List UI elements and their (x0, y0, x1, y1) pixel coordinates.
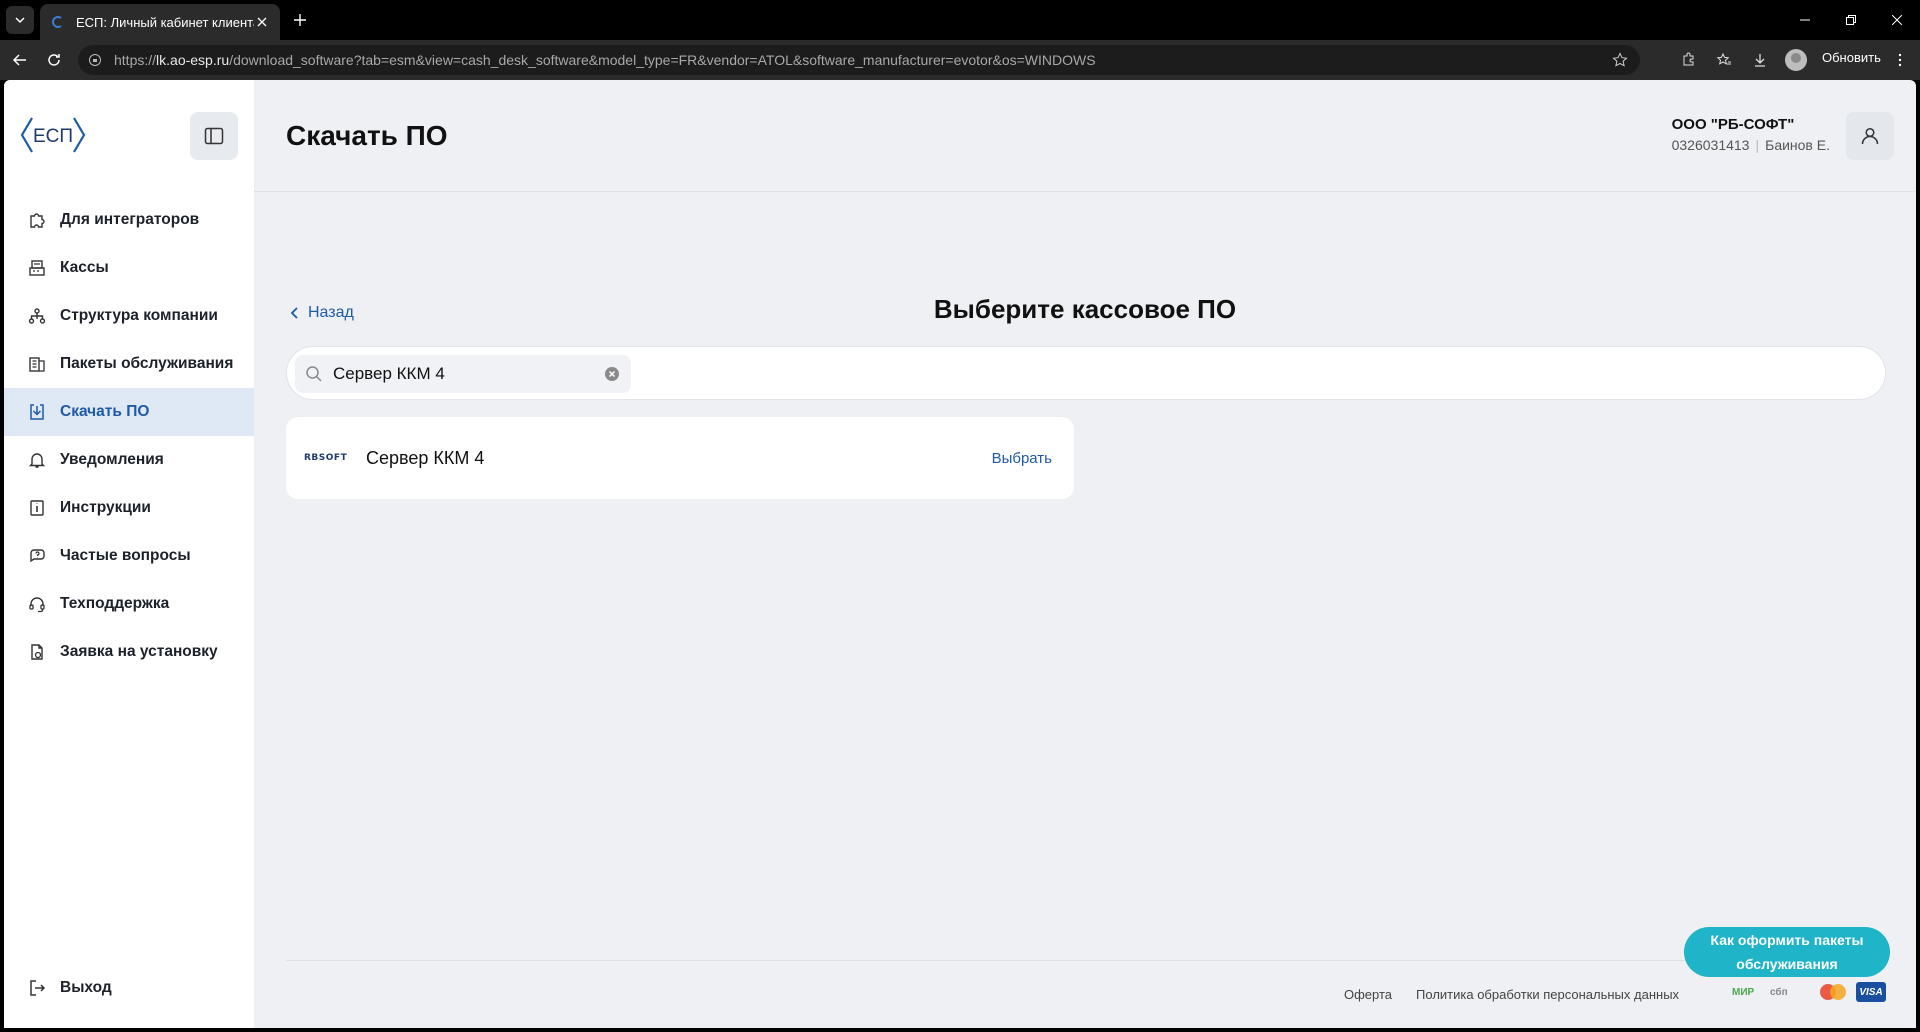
payment-methods: МИР сбп VISA (1732, 982, 1886, 1002)
tab-title: ЕСП: Личный кабинет клиента (76, 14, 254, 30)
profile-avatar-icon[interactable] (1784, 48, 1808, 72)
separator: | (1755, 137, 1760, 153)
request-icon (26, 641, 48, 663)
clear-search-icon[interactable] (603, 365, 621, 383)
downloads-icon[interactable] (1748, 48, 1772, 72)
sidebar-item-download-software[interactable]: Скачать ПО (4, 388, 254, 436)
sidebar-item-label: Уведомления (60, 451, 164, 468)
search-bar (286, 346, 1886, 400)
organization-name: ООО "РБ-СОФТ" (1671, 116, 1795, 133)
select-software-button[interactable]: Выбрать (992, 450, 1052, 467)
sidebar-item-label: Структура компании (60, 307, 218, 324)
sidebar-item-cash-registers[interactable]: Кассы (4, 244, 254, 292)
new-tab-button[interactable] (288, 8, 312, 32)
sidebar-item-label: Кассы (60, 259, 109, 276)
info-book-icon (26, 497, 48, 519)
site-favicon-icon (50, 14, 66, 30)
logout-button[interactable]: Выход (4, 964, 254, 1012)
sidebar-item-label: Инструкции (60, 499, 151, 516)
tab-close-icon[interactable] (254, 14, 270, 30)
organization-info[interactable]: ООО "РБ-СОФТ" 0326031413 | Баинов Е. (1672, 116, 1830, 153)
favorites-icon[interactable] (1712, 48, 1736, 72)
sidebar-item-installation-request[interactable]: Заявка на установку (4, 628, 254, 676)
vendor-logo: RBSOFT (304, 453, 348, 463)
sidebar-item-label: Частые вопросы (60, 547, 191, 564)
browser-toolbar: https://lk.ao-esp.ru/download_software?t… (0, 40, 1920, 80)
extensions-icon[interactable] (1676, 48, 1700, 72)
sidebar-item-support[interactable]: Техподдержка (4, 580, 254, 628)
restore-button[interactable] (1828, 0, 1874, 40)
plus-icon (294, 14, 306, 26)
sidebar: ЕСП Для интеграторов Кассы Структура ком… (4, 80, 254, 1028)
user-name: Баинов Е. (1765, 137, 1830, 153)
reload-icon[interactable] (42, 48, 66, 72)
sidebar-item-label: Заявка на установку (60, 643, 218, 660)
footer-divider (286, 960, 1886, 961)
hierarchy-icon (26, 305, 48, 327)
app-window: ЕСП Для интеграторов Кассы Структура ком… (4, 80, 1916, 1028)
sidebar-item-notifications[interactable]: Уведомления (4, 436, 254, 484)
sidebar-item-integrators[interactable]: Для интеграторов (4, 196, 254, 244)
software-name: Сервер ККМ 4 (366, 447, 485, 468)
footer-links: Оферта Политика обработки персональных д… (1344, 987, 1679, 1002)
sidebar-item-label: Скачать ПО (60, 403, 150, 420)
window-controls (1782, 0, 1920, 40)
mir-logo-icon: МИР (1732, 986, 1755, 998)
logout-label: Выход (60, 979, 112, 996)
chevron-down-icon (15, 17, 25, 24)
svg-text:ЕСП: ЕСП (33, 126, 73, 147)
update-browser-button[interactable]: Обновить (1822, 50, 1881, 65)
download-icon (26, 401, 48, 423)
close-window-button[interactable] (1874, 0, 1920, 40)
sidebar-nav: Для интеграторов Кассы Структура компани… (4, 196, 254, 676)
sidebar-item-company-structure[interactable]: Структура компании (4, 292, 254, 340)
organization-inn: 0326031413 (1671, 137, 1750, 153)
package-icon (26, 353, 48, 375)
tab-list-button[interactable] (6, 6, 34, 34)
browser-tab[interactable]: ЕСП: Личный кабинет клиента (40, 4, 280, 40)
section-heading: Выберите кассовое ПО (933, 294, 1237, 324)
address-bar[interactable]: https://lk.ao-esp.ru/download_software?t… (78, 45, 1640, 75)
logout-icon (26, 977, 48, 999)
privacy-policy-link[interactable]: Политика обработки персональных данных (1416, 987, 1679, 1002)
sidebar-item-faq[interactable]: Частые вопросы (4, 532, 254, 580)
faq-icon (26, 545, 48, 567)
sidebar-toggle-button[interactable] (190, 112, 238, 160)
sidebar-item-instructions[interactable]: Инструкции (4, 484, 254, 532)
back-arrow-icon[interactable] (8, 48, 32, 72)
search-input[interactable] (333, 364, 603, 384)
bell-icon (26, 449, 48, 471)
headset-icon (26, 593, 48, 615)
url-text: https://lk.ao-esp.ru/download_software?t… (114, 52, 1096, 68)
page-title: Скачать ПО (286, 120, 448, 151)
mastercard-logo-icon (1818, 982, 1848, 1002)
sidebar-item-label: Пакеты обслуживания (60, 355, 234, 372)
page-header: Скачать ПО ООО "РБ-СОФТ" 0326031413 | Баин… (254, 80, 1916, 192)
puzzle-icon (26, 209, 48, 231)
search-field[interactable] (295, 355, 631, 393)
favorite-star-icon[interactable] (1608, 48, 1632, 72)
sidebar-item-service-packages[interactable]: Пакеты обслуживания (4, 340, 254, 388)
sidebar-item-label: Для интеграторов (60, 211, 200, 228)
user-icon (1861, 127, 1879, 145)
browser-tab-bar: ЕСП: Личный кабинет клиента (0, 0, 1920, 40)
search-icon (305, 364, 325, 384)
site-info-icon[interactable] (88, 52, 104, 68)
software-result-card[interactable]: RBSOFT Сервер ККМ 4 Выбрать (286, 417, 1074, 499)
cash-register-icon (26, 257, 48, 279)
sidebar-item-label: Техподдержка (60, 595, 170, 612)
sidebar-panel-icon (204, 127, 224, 145)
user-profile-button[interactable] (1846, 112, 1894, 160)
organization-details: 0326031413 | Баинов Е. (1672, 137, 1830, 153)
sbp-logo-icon: сбп (1770, 986, 1788, 998)
offer-link[interactable]: Оферта (1344, 987, 1392, 1002)
visa-logo-icon: VISA (1856, 982, 1886, 1002)
how-to-order-packages-button[interactable]: Как оформить пакеты обслуживания (1684, 927, 1890, 977)
minimize-button[interactable] (1782, 0, 1828, 40)
more-menu-icon[interactable] (1888, 48, 1912, 72)
esp-logo[interactable]: ЕСП (18, 114, 88, 156)
